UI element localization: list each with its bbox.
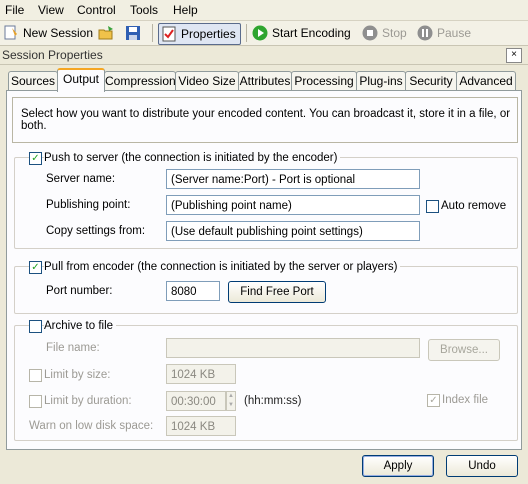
limit-duration-label: Limit by duration: <box>44 395 132 407</box>
open-folder-icon <box>98 25 114 41</box>
limit-size-label: Limit by size: <box>44 369 111 381</box>
limit-duration-input[interactable]: 00:30:00 <box>166 391 226 411</box>
panel-title: Session Properties <box>2 48 103 62</box>
tab-attributes[interactable]: Attributes <box>238 71 292 90</box>
tab-plug-ins[interactable]: Plug-ins <box>356 71 406 90</box>
warn-low-disk-input[interactable]: 1024 KB <box>166 416 236 436</box>
file-name-label: File name: <box>46 342 100 354</box>
publishing-point-input[interactable]: (Publishing point name) <box>166 195 420 215</box>
new-session-label: New Session <box>23 26 94 40</box>
tab-processing[interactable]: Processing <box>291 71 357 90</box>
new-session-icon <box>3 25 19 41</box>
menu-control[interactable]: Control <box>77 3 116 17</box>
save-disk-icon <box>125 25 141 41</box>
tab-output[interactable]: Output <box>57 68 105 92</box>
duration-spinner[interactable]: ▲ ▼ <box>226 391 236 411</box>
pull-label: Pull from encoder (the connection is ini… <box>44 261 401 273</box>
publishing-point-label: Publishing point: <box>46 199 131 211</box>
start-encoding-label: Start Encoding <box>272 26 351 40</box>
stop-icon <box>362 25 378 41</box>
pull-checkbox[interactable]: ✓ <box>29 261 42 274</box>
tab-sources[interactable]: Sources <box>8 71 58 90</box>
close-icon[interactable]: × <box>506 48 522 63</box>
pause-label: Pause <box>437 26 472 40</box>
limit-size-checkbox[interactable] <box>29 369 42 382</box>
menu-bar: File View Control Tools Help <box>0 0 528 21</box>
tab-advanced[interactable]: Advanced <box>456 71 516 90</box>
index-file-label: Index file <box>442 394 489 406</box>
toolbar-separator <box>246 24 247 42</box>
copy-settings-input[interactable]: (Use default publishing point settings) <box>166 221 420 241</box>
file-name-input[interactable] <box>166 338 420 358</box>
menu-tools[interactable]: Tools <box>130 3 158 17</box>
tab-security[interactable]: Security <box>405 71 457 90</box>
apply-button[interactable]: Apply <box>362 455 434 477</box>
toolbar: New Session Properties Start Encoding St… <box>0 21 528 46</box>
description-box: Select how you want to distribute your e… <box>12 97 518 143</box>
server-name-label: Server name: <box>46 173 116 185</box>
tab-compression[interactable]: Compression <box>104 71 176 90</box>
port-number-input[interactable]: 8080 <box>166 281 220 301</box>
properties-icon <box>161 26 177 42</box>
toolbar-separator <box>152 24 153 42</box>
session-properties-header: Session Properties × <box>0 46 528 65</box>
properties-label: Properties <box>181 27 236 41</box>
auto-remove-label: Auto remove <box>441 200 507 212</box>
tab-video-size[interactable]: Video Size <box>175 71 239 90</box>
port-number-label: Port number: <box>46 285 113 297</box>
pause-button[interactable]: Pause <box>417 23 471 43</box>
find-free-port-button[interactable]: Find Free Port <box>228 281 326 303</box>
limit-duration-checkbox[interactable] <box>29 395 42 408</box>
archive-label: Archive to file <box>44 320 117 332</box>
play-icon <box>252 25 268 41</box>
push-checkbox[interactable]: ✓ <box>29 152 42 165</box>
index-file-checkbox[interactable]: ✓ <box>427 394 440 407</box>
open-button[interactable] <box>98 23 118 43</box>
copy-settings-label: Copy settings from: <box>46 225 146 237</box>
properties-button[interactable]: Properties <box>158 23 241 45</box>
menu-file[interactable]: File <box>5 3 24 17</box>
duration-format-label: (hh:mm:ss) <box>244 395 302 407</box>
server-name-input[interactable]: (Server name:Port) - Port is optional <box>166 169 420 189</box>
push-label: Push to server (the connection is initia… <box>44 152 341 164</box>
new-session-button[interactable]: New Session <box>3 23 93 43</box>
pause-icon <box>417 25 433 41</box>
description-text: Select how you want to distribute your e… <box>21 108 511 132</box>
menu-view[interactable]: View <box>38 3 64 17</box>
menu-help[interactable]: Help <box>173 3 198 17</box>
archive-checkbox[interactable] <box>29 320 42 333</box>
start-encoding-button[interactable]: Start Encoding <box>252 23 351 43</box>
stop-label: Stop <box>382 26 407 40</box>
undo-button[interactable]: Undo <box>446 455 518 477</box>
browse-button[interactable]: Browse... <box>428 339 500 361</box>
warn-low-disk-label: Warn on low disk space: <box>29 420 154 432</box>
save-button[interactable] <box>125 23 145 43</box>
stop-button[interactable]: Stop <box>362 23 407 43</box>
limit-size-input[interactable]: 1024 KB <box>166 364 236 384</box>
auto-remove-checkbox[interactable] <box>426 200 439 213</box>
